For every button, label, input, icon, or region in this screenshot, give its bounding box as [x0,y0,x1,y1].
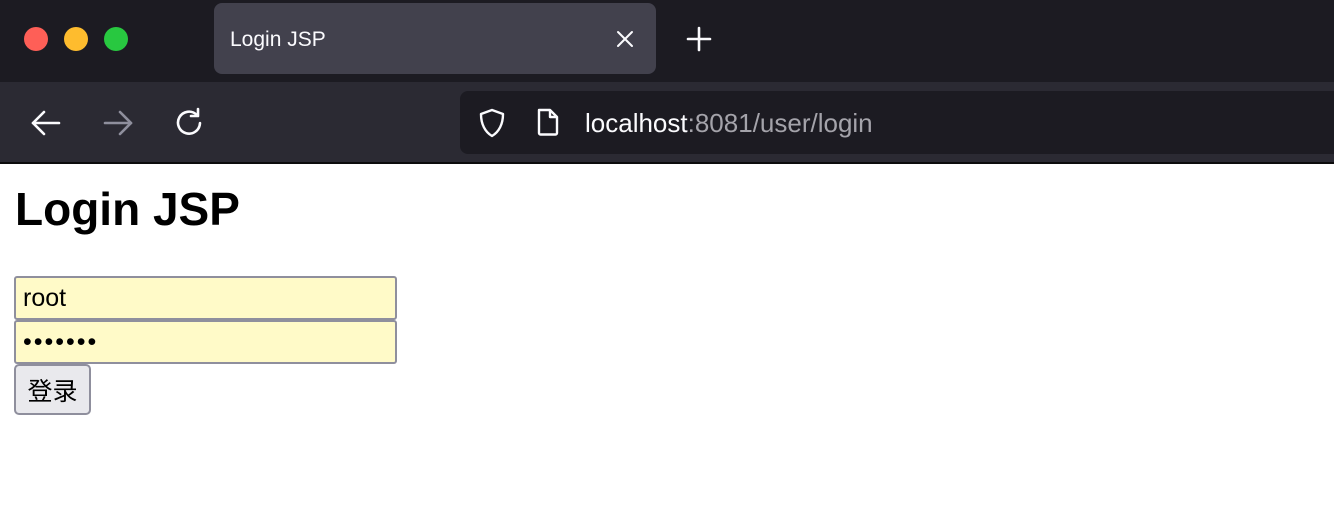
shield-icon[interactable] [476,107,508,139]
document-icon[interactable] [534,107,562,137]
page-content: Login JSP 登录 [0,164,1334,514]
close-icon[interactable] [614,28,636,50]
close-window-button[interactable] [24,27,48,51]
url-path: :8081/user/login [687,108,873,138]
tab-strip: Login JSP [0,0,1334,82]
reload-icon[interactable] [173,106,207,140]
arrow-right-icon[interactable] [101,106,135,140]
minimize-window-button[interactable] [64,27,88,51]
navigation-toolbar: localhost:8081/user/login [0,82,1334,162]
address-bar[interactable]: localhost:8081/user/login [460,91,1334,154]
tab-title: Login JSP [230,28,326,51]
tab-active[interactable]: Login JSP [214,3,656,74]
username-input[interactable] [14,276,397,320]
plus-icon[interactable] [684,24,714,54]
password-input[interactable] [14,320,397,364]
page-title: Login JSP [15,183,240,235]
arrow-left-icon[interactable] [29,106,63,140]
login-button[interactable]: 登录 [14,364,91,415]
url-text[interactable]: localhost:8081/user/login [585,108,873,138]
browser-window: Login JSP localhost:8081/user/login Logi… [0,0,1334,514]
url-host: localhost [585,108,688,138]
maximize-window-button[interactable] [104,27,128,51]
